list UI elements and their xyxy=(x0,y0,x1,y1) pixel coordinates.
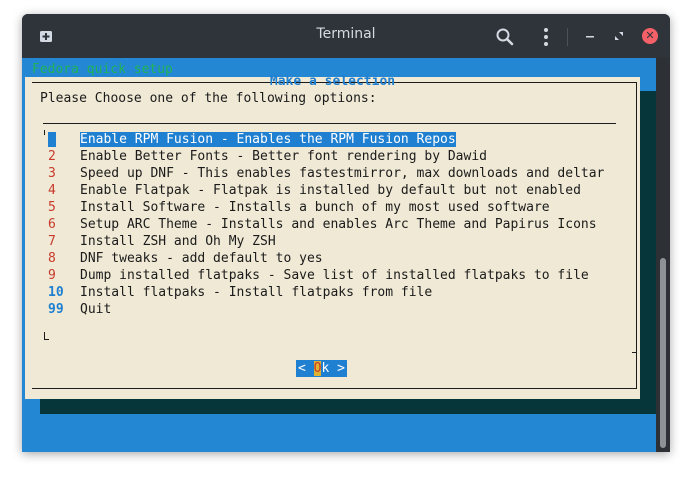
list-item[interactable]: 8 DNF tweaks - add default to yes xyxy=(48,250,604,267)
item-number: 99 xyxy=(48,302,64,317)
ok-right-bracket: > xyxy=(329,361,345,376)
item-label: Quit xyxy=(80,302,112,317)
list-item[interactable]: 9 Dump installed flatpaks - Save list of … xyxy=(48,267,604,284)
item-label: Enable RPM Fusion - Enables the RPM Fusi… xyxy=(80,132,456,147)
list-right-border xyxy=(632,352,636,353)
maximize-icon[interactable] xyxy=(610,26,628,46)
item-label: Enable Flatpak - Flatpak is installed by… xyxy=(80,183,581,198)
list-item[interactable]: 2 Enable Better Fonts - Better font rende… xyxy=(48,148,604,165)
list-top-border xyxy=(43,123,616,124)
minimize-icon[interactable] xyxy=(581,26,599,46)
list-item[interactable]: 10 Install flatpaks - Install flatpaks fr… xyxy=(48,284,604,301)
item-label: Install flatpaks - Install flatpaks from… xyxy=(80,285,433,300)
list-bottom-border xyxy=(44,332,49,340)
list-item[interactable]: 7 Install ZSH and Oh My ZSH xyxy=(48,233,604,250)
dialog-title: Make a selection xyxy=(269,74,396,89)
item-label: Setup ARC Theme - Installs and enables A… xyxy=(80,217,597,232)
item-number: 9 xyxy=(48,268,56,283)
item-number: 4 xyxy=(48,183,56,198)
scrollbar[interactable] xyxy=(656,58,670,452)
terminal-window: Terminal ✕ Fedora quick setup Make a sel… xyxy=(22,14,670,452)
item-label: DNF tweaks - add default to yes xyxy=(80,251,323,266)
item-number: 8 xyxy=(48,251,56,266)
list-item[interactable]: 6 Setup ARC Theme - Installs and enables … xyxy=(48,216,604,233)
ok-button[interactable]: < Ok > xyxy=(296,360,347,377)
item-label: Install Software - Installs a bunch of m… xyxy=(80,200,550,215)
item-label: Enable Better Fonts - Better font render… xyxy=(80,149,487,164)
scrollbar-thumb[interactable] xyxy=(660,258,666,448)
list-item[interactable]: 99 Quit xyxy=(48,301,604,318)
item-label: Dump installed flatpaks - Save list of i… xyxy=(80,268,589,283)
window-title: Terminal xyxy=(316,26,376,42)
title-bar[interactable]: Terminal ✕ xyxy=(22,14,670,58)
item-number: 6 xyxy=(48,217,56,232)
list-item[interactable]: 4 Enable Flatpak - Flatpak is installed b… xyxy=(48,182,604,199)
list-left-border xyxy=(44,130,45,135)
item-label: Install ZSH and Oh My ZSH xyxy=(80,234,276,249)
titlebar-separator xyxy=(567,28,568,46)
selection-dialog: Make a selection Please Choose one of th… xyxy=(25,74,640,399)
item-number: 3 xyxy=(48,166,56,181)
item-number: 5 xyxy=(48,200,56,215)
item-number: 7 xyxy=(48,234,56,249)
terminal-area[interactable]: Fedora quick setup Make a selection Plea… xyxy=(22,58,656,452)
list-item[interactable]: 5 Install Software - Installs a bunch of … xyxy=(48,199,604,216)
menu-icon[interactable] xyxy=(536,26,556,48)
item-number: 2 xyxy=(48,149,56,164)
search-icon[interactable] xyxy=(494,26,516,48)
list-item[interactable]: 3 Speed up DNF - This enables fastestmirr… xyxy=(48,165,604,182)
list-item[interactable]: 1 Enable RPM Fusion - Enables the RPM Fus… xyxy=(48,131,604,148)
dialog-prompt: Please Choose one of the following optio… xyxy=(40,91,377,106)
item-label: Speed up DNF - This enables fastestmirro… xyxy=(80,166,605,181)
ok-left-bracket: < xyxy=(298,361,314,376)
item-number: 1 xyxy=(48,132,56,147)
close-icon[interactable]: ✕ xyxy=(642,28,658,44)
item-number: 10 xyxy=(48,285,64,300)
menu-list: 1 Enable RPM Fusion - Enables the RPM Fus… xyxy=(48,131,604,318)
